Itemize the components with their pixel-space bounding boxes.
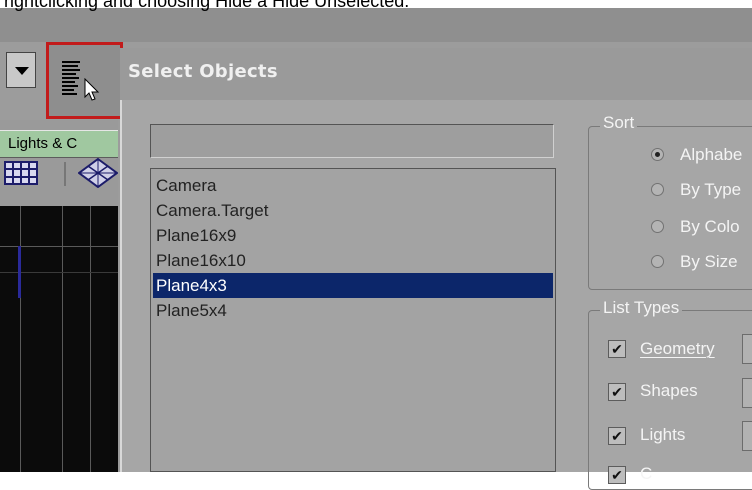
list-types-title: List Types [600, 298, 683, 318]
list-item[interactable]: Camera [153, 173, 553, 198]
lights-label: Lights [640, 425, 686, 444]
list-item-selected[interactable]: Plane4x3 [153, 273, 553, 298]
tab-lights-cameras[interactable]: Lights & C [0, 130, 118, 158]
geometry-label: Geometry [640, 339, 715, 358]
list-lines-icon [62, 61, 80, 97]
shapes-label: Shapes [640, 381, 698, 400]
object-list[interactable]: Camera Camera.Target Plane16x9 Plane16x1… [150, 168, 556, 472]
shapes-filter-button[interactable] [742, 378, 752, 408]
chevron-down-icon [15, 67, 29, 75]
list-item[interactable]: Plane16x10 [153, 248, 553, 273]
check-icon: ✔ [611, 467, 623, 483]
dialog-title: Select Objects [128, 61, 278, 82]
list-item[interactable]: Plane5x4 [153, 298, 553, 323]
lights-filter-button[interactable] [742, 421, 752, 451]
grid-icon[interactable] [4, 160, 38, 186]
shapes-checkbox[interactable]: ✔ [608, 383, 626, 401]
geometry-filter-button[interactable] [742, 334, 752, 364]
check-icon: ✔ [611, 341, 623, 357]
top-strip [0, 8, 752, 42]
check-icon: ✔ [611, 384, 623, 400]
sort-by-color-label: By Colo [680, 217, 740, 236]
viewport[interactable] [0, 206, 118, 472]
cursor-icon [84, 78, 100, 101]
sort-by-type-radio[interactable] [651, 183, 664, 196]
dropdown-button[interactable] [6, 52, 36, 88]
sort-by-size-label: By Size [680, 252, 738, 271]
sort-alphabetical-radio[interactable] [651, 148, 664, 161]
lights-checkbox[interactable]: ✔ [608, 427, 626, 445]
object-search-input[interactable] [150, 124, 554, 158]
select-by-name-button[interactable] [46, 42, 123, 119]
caption-text: rightclicking and choosing Hide a Hide U… [4, 0, 410, 11]
diamond-grid-icon[interactable] [78, 158, 118, 188]
list-item[interactable]: Camera.Target [153, 198, 553, 223]
check-icon: ✔ [611, 428, 623, 444]
sort-by-size-radio[interactable] [651, 255, 664, 268]
sort-group-title: Sort [600, 113, 638, 133]
cameras-label: C [640, 464, 653, 483]
toolbar-separator [64, 162, 66, 186]
sort-alphabetical-label: Alphabe [680, 145, 743, 164]
sort-by-type-label: By Type [680, 180, 742, 199]
geometry-checkbox[interactable]: ✔ [608, 340, 626, 358]
sort-by-color-radio[interactable] [651, 220, 664, 233]
list-item[interactable]: Plane16x9 [153, 223, 553, 248]
cameras-checkbox[interactable]: ✔ [608, 466, 626, 484]
